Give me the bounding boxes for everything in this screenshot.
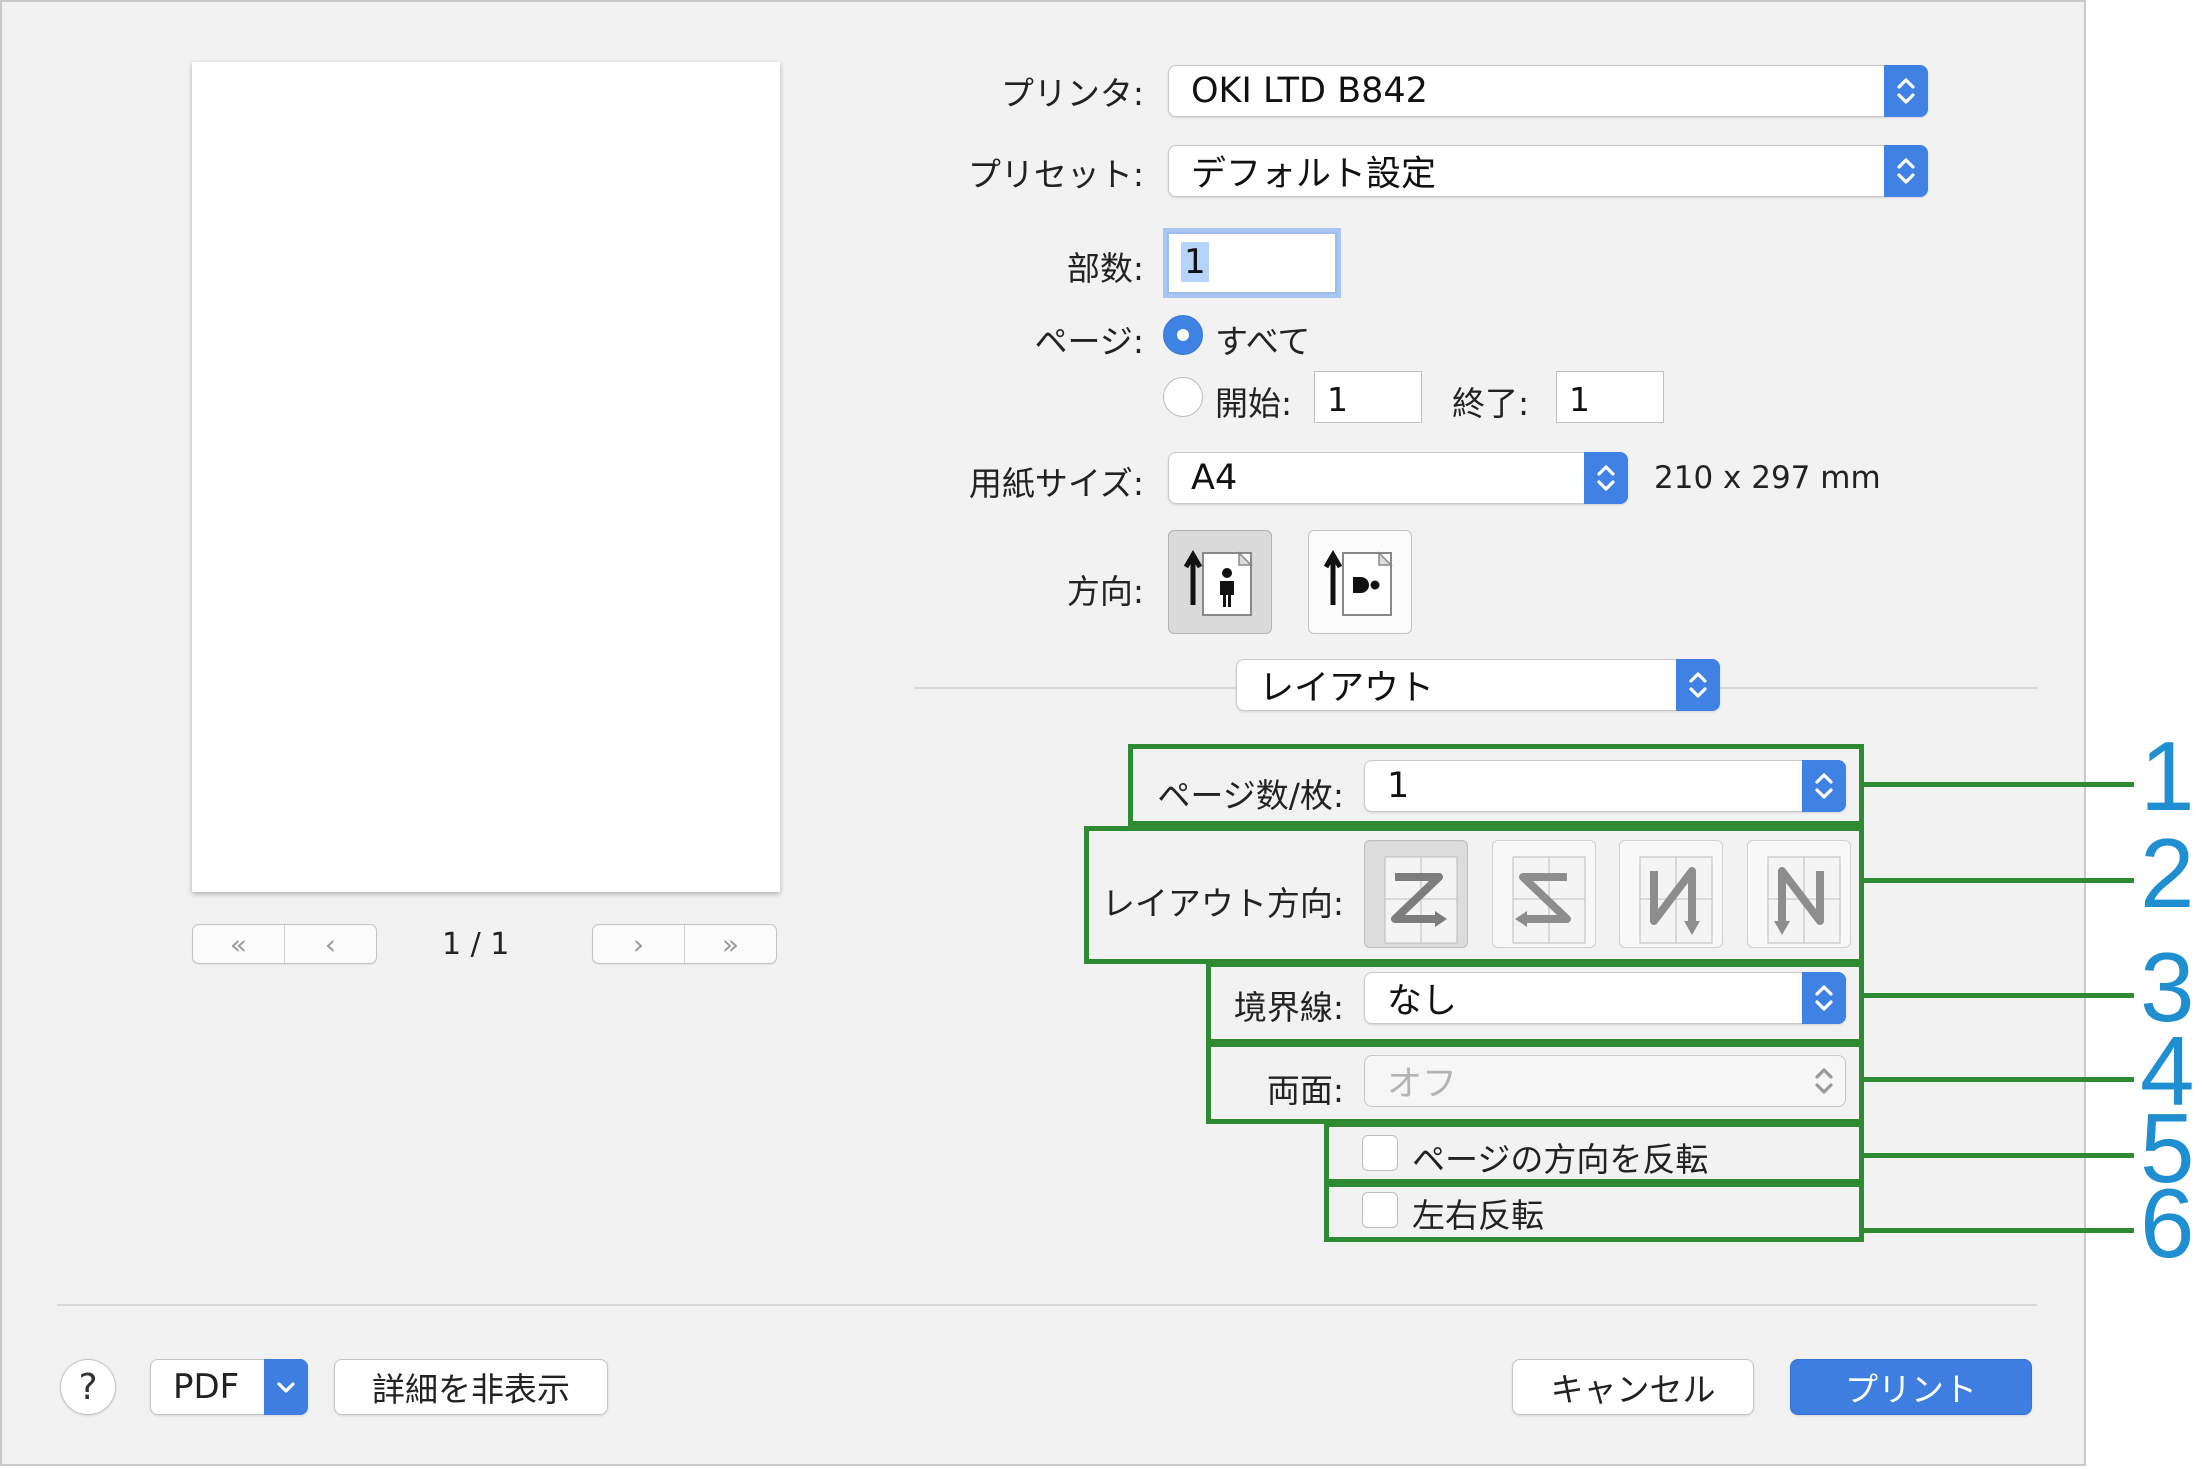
portrait-icon	[1183, 550, 1253, 616]
callout-box-1	[1128, 744, 1864, 826]
landscape-icon	[1323, 550, 1393, 616]
print-preview-page	[192, 62, 780, 892]
callout-line-2	[1862, 878, 2134, 883]
last-page-icon[interactable]: »	[684, 925, 776, 963]
pdf-button[interactable]: PDF	[150, 1359, 308, 1415]
pages-from-field[interactable]: 1	[1314, 371, 1422, 423]
preset-label: プリセット:	[967, 155, 1144, 194]
hide-details-button[interactable]: 詳細を非表示	[334, 1359, 608, 1415]
pages-to-label: 終了:	[1452, 384, 1530, 423]
first-page-icon[interactable]: «	[193, 925, 284, 963]
cancel-button[interactable]: キャンセル	[1512, 1359, 1754, 1415]
preset-value: デフォルト設定	[1191, 154, 1437, 195]
footer-separator	[57, 1304, 2037, 1306]
print-button[interactable]: プリント	[1790, 1359, 2032, 1415]
pages-to-field[interactable]: 1	[1556, 371, 1664, 423]
chevron-updown-icon	[1884, 145, 1928, 197]
portrait-button[interactable]	[1168, 530, 1272, 634]
preview-page-counter: 1 / 1	[442, 927, 510, 962]
pages-from-label: 開始:	[1215, 384, 1293, 423]
chevron-updown-icon	[1676, 659, 1720, 711]
landscape-button[interactable]	[1308, 530, 1412, 634]
callout-box-4	[1206, 1042, 1864, 1124]
callout-line-6	[1862, 1228, 2134, 1233]
chevron-updown-icon	[1884, 65, 1928, 117]
callout-box-2	[1084, 826, 1864, 964]
next-page-icon[interactable]: ›	[593, 925, 684, 963]
preset-popup[interactable]: デフォルト設定	[1168, 145, 1928, 197]
pages-label: ページ:	[1034, 322, 1144, 361]
paper-size-popup[interactable]: A4	[1168, 452, 1628, 504]
paper-size-value: A4	[1191, 458, 1238, 498]
paper-size-label: 用紙サイズ:	[968, 464, 1144, 503]
callout-number-2: 2	[2140, 818, 2195, 928]
callout-line-5	[1862, 1153, 2134, 1158]
copies-value: 1	[1181, 242, 1209, 282]
callout-line-1	[1862, 782, 2134, 787]
pages-all-label: すべて	[1215, 322, 1311, 361]
pages-to-value: 1	[1569, 380, 1590, 419]
section-popup-value: レイアウト	[1259, 668, 1435, 709]
preview-back-nav: « ‹	[192, 924, 377, 964]
orientation-label: 方向:	[1066, 572, 1144, 611]
callout-number-6: 6	[2140, 1168, 2195, 1278]
copies-label: 部数:	[1066, 249, 1144, 288]
paper-dimensions: 210 x 297 mm	[1654, 460, 1881, 496]
callout-line-4	[1862, 1077, 2134, 1082]
callout-number-1: 1	[2140, 721, 2195, 831]
callout-box-3	[1206, 962, 1864, 1044]
pages-range-radio[interactable]	[1163, 377, 1203, 417]
callout-box-5	[1324, 1122, 1864, 1184]
printer-popup[interactable]: OKI LTD B842	[1168, 65, 1928, 117]
printer-label: プリンタ:	[1000, 74, 1144, 113]
help-button[interactable]: ?	[60, 1359, 116, 1415]
chevron-updown-icon	[1584, 452, 1628, 504]
prev-page-icon[interactable]: ‹	[284, 925, 376, 963]
callout-box-6	[1324, 1182, 1864, 1242]
callout-line-3	[1862, 993, 2134, 998]
printer-value: OKI LTD B842	[1191, 71, 1428, 111]
print-dialog: « ‹ 1 / 1 › » プリンタ: OKI LTD B842 プリセット: …	[0, 0, 2086, 1466]
chevron-down-icon	[264, 1359, 308, 1415]
section-popup[interactable]: レイアウト	[1236, 659, 1720, 711]
copies-field[interactable]: 1	[1167, 232, 1337, 294]
pages-all-radio[interactable]	[1163, 315, 1203, 355]
preview-forward-nav: › »	[592, 924, 777, 964]
pdf-label: PDF	[173, 1367, 240, 1407]
pages-from-value: 1	[1327, 380, 1348, 419]
